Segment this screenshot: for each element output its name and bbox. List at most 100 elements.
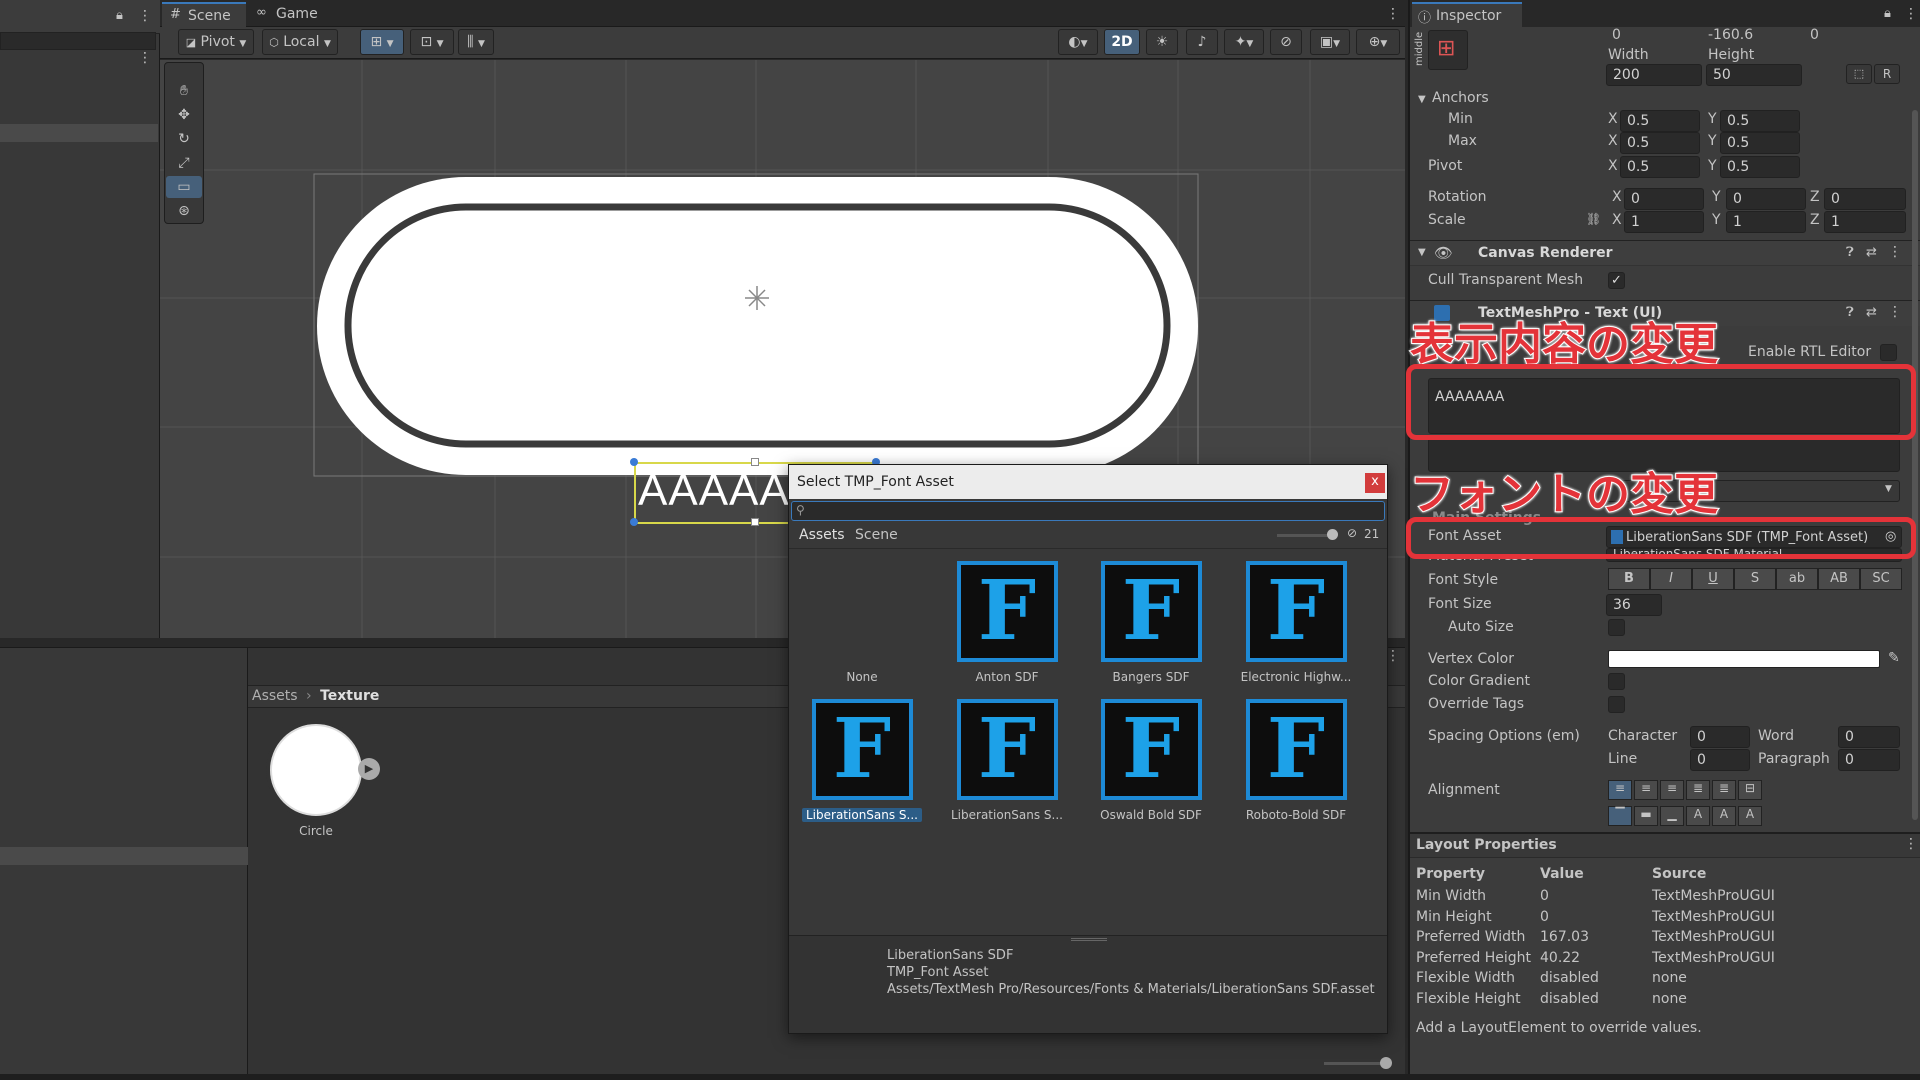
- anchor-preset-button[interactable]: ⊞: [1428, 30, 1468, 70]
- 2d-mode-button[interactable]: 2D: [1104, 29, 1140, 55]
- scale-tool-icon[interactable]: ⤢: [166, 152, 202, 174]
- lock-icon[interactable]: 🔒︎: [116, 8, 123, 23]
- menu-dots-icon[interactable]: ⋮: [138, 8, 152, 24]
- eyedropper-icon[interactable]: ✎: [1888, 650, 1900, 666]
- align-bottom-icon[interactable]: ▁: [1660, 806, 1684, 826]
- anchors-foldout-icon[interactable]: ▼: [1418, 94, 1426, 105]
- rotate-tool-icon[interactable]: ↻: [166, 128, 202, 150]
- rotation-x[interactable]: 0: [1624, 188, 1704, 210]
- grid-snap-button[interactable]: ⊞ ▼: [360, 29, 404, 55]
- hand-tool-icon[interactable]: ✋︎: [166, 80, 202, 102]
- align-baseline-icon[interactable]: A: [1686, 806, 1710, 826]
- color-gradient-checkbox[interactable]: [1608, 673, 1625, 690]
- layout-properties-header[interactable]: Layout Properties ⋮: [1410, 834, 1920, 858]
- font-item-anton[interactable]: F Anton SDF: [947, 561, 1067, 684]
- uppercase-button[interactable]: AB: [1818, 568, 1860, 590]
- rect-handle[interactable]: [630, 458, 638, 466]
- blueprint-button[interactable]: ⬚: [1846, 64, 1872, 84]
- font-item-oswald[interactable]: F Oswald Bold SDF: [1091, 699, 1211, 822]
- pos-y-value[interactable]: -160.6: [1708, 27, 1753, 43]
- character-field[interactable]: 0: [1690, 726, 1750, 748]
- align-justify-icon[interactable]: ≣: [1686, 780, 1710, 800]
- rect-tool-icon[interactable]: ▭: [166, 176, 202, 198]
- rotation-z[interactable]: 0: [1824, 188, 1906, 210]
- menu-dots-icon[interactable]: ⋮: [1904, 6, 1918, 22]
- draw-mode-dropdown[interactable]: ◐▼: [1058, 29, 1098, 55]
- align-geometry-icon[interactable]: ⊟: [1738, 780, 1762, 800]
- align-middle-icon[interactable]: ▬: [1634, 806, 1658, 826]
- tab-inspector[interactable]: ⓘ Inspector: [1412, 2, 1522, 27]
- rect-handle[interactable]: [630, 518, 638, 526]
- align-capline-icon[interactable]: A: [1738, 806, 1762, 826]
- override-tags-checkbox[interactable]: [1608, 696, 1625, 713]
- menu-dots-icon[interactable]: ⋮: [138, 50, 152, 66]
- strikethrough-button[interactable]: S: [1734, 568, 1776, 590]
- align-flush-icon[interactable]: ≣: [1712, 780, 1736, 800]
- menu-dots-icon[interactable]: ⋮: [1888, 244, 1902, 260]
- scale-z[interactable]: 1: [1824, 211, 1906, 233]
- align-right-icon[interactable]: ≡: [1660, 780, 1684, 800]
- align-left-icon[interactable]: ≡: [1608, 780, 1632, 800]
- link-icon[interactable]: ⛓︎: [1586, 212, 1601, 226]
- raw-edit-button[interactable]: R: [1874, 64, 1900, 84]
- camera-button[interactable]: ▣▼: [1310, 29, 1350, 55]
- menu-dots-icon[interactable]: ⋮: [1904, 836, 1918, 852]
- effects-button[interactable]: ✦▼: [1224, 29, 1264, 55]
- move-tool-icon[interactable]: ✥: [166, 104, 202, 126]
- rect-handle[interactable]: [751, 518, 759, 526]
- paragraph-field[interactable]: 0: [1838, 749, 1900, 771]
- audio-button[interactable]: ♪: [1186, 29, 1218, 55]
- zoom-slider[interactable]: [1324, 1057, 1392, 1069]
- breadcrumb-folder[interactable]: Texture: [320, 688, 379, 704]
- menu-dots-icon[interactable]: ⋮: [1386, 648, 1400, 664]
- align-center-icon[interactable]: ≡: [1634, 780, 1658, 800]
- font-size-field[interactable]: 36: [1606, 594, 1662, 616]
- align-midline-icon[interactable]: A: [1712, 806, 1736, 826]
- menu-dots-icon[interactable]: ⋮: [1386, 6, 1400, 22]
- tab-assets[interactable]: Assets: [799, 527, 845, 543]
- zoom-slider-thumb[interactable]: [1380, 1057, 1392, 1069]
- font-item-bangers[interactable]: F Bangers SDF: [1091, 561, 1211, 684]
- project-sidebar-selected-row[interactable]: [0, 847, 248, 865]
- smallcaps-button[interactable]: SC: [1860, 568, 1902, 590]
- tab-scene[interactable]: Scene: [855, 527, 898, 543]
- align-top-icon[interactable]: ▔: [1608, 806, 1632, 826]
- help-icon[interactable]: ❓︎: [1846, 245, 1854, 260]
- enable-rtl-checkbox[interactable]: [1880, 344, 1897, 361]
- picker-search-input[interactable]: ⚲: [791, 501, 1385, 521]
- preset-icon[interactable]: ⇄: [1866, 245, 1877, 260]
- lowercase-button[interactable]: ab: [1776, 568, 1818, 590]
- italic-button[interactable]: I: [1650, 568, 1692, 590]
- rotation-y[interactable]: 0: [1726, 188, 1806, 210]
- tab-game[interactable]: ∞ Game: [252, 2, 336, 27]
- menu-dots-icon[interactable]: ⋮: [1888, 304, 1902, 320]
- snap-increment-button[interactable]: ⊡ ▼: [410, 29, 454, 55]
- font-item-liberationsans-2[interactable]: F LiberationSans S...: [947, 699, 1067, 822]
- underline-button[interactable]: U: [1692, 568, 1734, 590]
- pivot-x[interactable]: 0.5: [1620, 156, 1700, 178]
- width-field[interactable]: 200: [1606, 64, 1702, 86]
- auto-size-checkbox[interactable]: [1608, 619, 1625, 636]
- picker-zoom-thumb[interactable]: [1327, 529, 1338, 540]
- font-item-liberationsans-selected[interactable]: F LiberationSans S...: [802, 699, 922, 822]
- anchor-max-x[interactable]: 0.5: [1620, 132, 1700, 154]
- local-dropdown[interactable]: ⬡ Local ▼: [262, 29, 338, 55]
- transform-tool-icon[interactable]: ⊛: [166, 200, 202, 222]
- scale-x[interactable]: 1: [1624, 211, 1704, 233]
- preset-icon[interactable]: ⇄: [1866, 305, 1877, 320]
- scale-y[interactable]: 1: [1726, 211, 1806, 233]
- word-field[interactable]: 0: [1838, 726, 1900, 748]
- align-button[interactable]: ⫼ ▼: [458, 29, 494, 55]
- gizmos-button[interactable]: ⊕▼: [1356, 29, 1400, 55]
- lighting-button[interactable]: ☀: [1146, 29, 1178, 55]
- pivot-y[interactable]: 0.5: [1720, 156, 1800, 178]
- rect-handle[interactable]: [751, 458, 759, 466]
- cull-checkbox[interactable]: ✓: [1608, 272, 1625, 289]
- pos-z-value[interactable]: 0: [1810, 27, 1819, 43]
- hierarchy-selected-row[interactable]: [0, 124, 158, 142]
- breadcrumb-root[interactable]: Assets: [252, 688, 298, 704]
- anchor-min-y[interactable]: 0.5: [1720, 110, 1800, 132]
- play-icon[interactable]: ▶: [358, 758, 380, 780]
- inspector-scrollbar[interactable]: [1912, 110, 1918, 820]
- line-field[interactable]: 0: [1690, 749, 1750, 771]
